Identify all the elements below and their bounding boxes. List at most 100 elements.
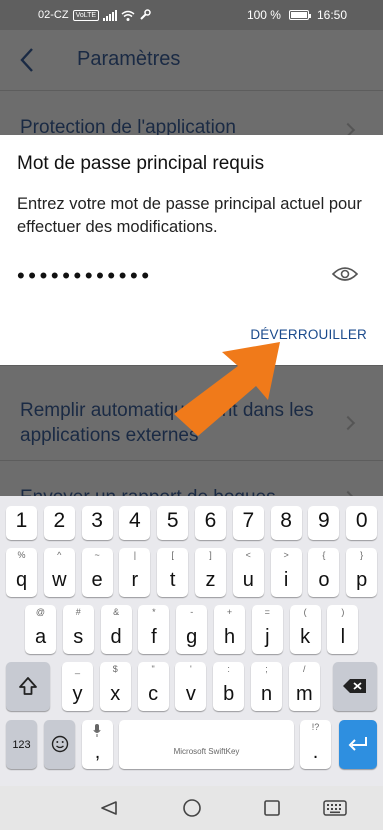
microphone-icon — [93, 724, 101, 737]
key-label: 9 — [318, 509, 330, 532]
key-o[interactable]: {o — [308, 548, 340, 597]
keyboard-brand-label: Microsoft SwiftKey — [173, 747, 240, 756]
key-label: 2 — [53, 509, 66, 532]
dialog-message: Entrez votre mot de passe principal actu… — [17, 195, 362, 236]
key-j[interactable]: = j — [251, 605, 283, 654]
eye-icon[interactable] — [332, 265, 358, 283]
key-label: y — [72, 683, 83, 705]
key-3[interactable]: 3 — [81, 506, 113, 540]
key-label: 4 — [129, 509, 141, 532]
space-key[interactable]: Microsoft SwiftKey — [119, 720, 294, 769]
key-n[interactable]: ; n — [251, 662, 282, 711]
settings-row-label: Envoyer un rapport de bogues — [20, 485, 276, 496]
key-label: 123 — [12, 739, 31, 751]
key-alt-label: * — [152, 607, 156, 617]
key-label: u — [242, 569, 254, 591]
key-alt-label: $ — [112, 664, 118, 674]
key-p[interactable]: } p — [346, 548, 378, 597]
key-d[interactable]: & d — [100, 605, 132, 654]
wrench-icon — [140, 9, 151, 20]
enter-key[interactable] — [339, 720, 377, 769]
shift-key[interactable] — [6, 662, 50, 711]
key-alt-label: ] — [209, 550, 212, 560]
battery-percent: 100 % — [246, 8, 281, 22]
key-m[interactable]: / m — [288, 662, 320, 711]
key-7[interactable]: 7 — [232, 506, 264, 540]
password-field[interactable]: •••••••••••• — [17, 259, 358, 293]
keyboard: 1 2 3 4 5 6 7 8 9 0% q ^ w ~ e | r[t] z < u > i{o} p @ a # s & d * f - g… — [0, 496, 383, 786]
key-alt-label: = — [264, 607, 270, 617]
key-i[interactable]: > i — [270, 548, 302, 597]
key-label: 8 — [280, 509, 292, 532]
key-5[interactable]: 5 — [157, 506, 189, 540]
key-b[interactable]: :b — [213, 662, 245, 711]
key-x[interactable]: $ x — [99, 662, 131, 711]
key-2[interactable]: 2 — [43, 506, 75, 540]
key-label: m — [295, 683, 313, 705]
key-alt-label: ' — [190, 664, 192, 674]
key-alt-label: | — [133, 550, 137, 560]
comma-key[interactable]: , — [82, 720, 113, 769]
recents-square-icon[interactable] — [263, 799, 281, 817]
keyboard-icon[interactable] — [323, 800, 347, 816]
key-f[interactable]: * f — [138, 605, 170, 654]
key-label: w — [52, 569, 67, 591]
settings-row-app-protection[interactable]: Protection de l'application — [0, 90, 383, 140]
key-label: x — [110, 683, 121, 705]
key-1[interactable]: 1 — [6, 506, 37, 540]
key-alt-label: ^ — [57, 550, 62, 560]
chevron-left-icon[interactable] — [18, 46, 38, 74]
key-alt-label: > — [283, 550, 289, 560]
numbers-key[interactable]: 123 — [6, 720, 37, 769]
key-w[interactable]: ^ w — [43, 548, 75, 597]
master-password-dialog: Mot de passe principal requis Entrez vot… — [0, 135, 383, 365]
key-c[interactable]: " c — [137, 662, 169, 711]
settings-row-bug-report[interactable]: Envoyer un rapport de bogues — [0, 460, 383, 496]
key-q[interactable]: % q — [6, 548, 37, 597]
key-label: d — [110, 626, 122, 648]
back-triangle-icon[interactable] — [100, 800, 118, 816]
key-label: 1 — [15, 509, 28, 532]
key-9[interactable]: 9 — [308, 506, 340, 540]
key-a[interactable]: @ a — [25, 605, 56, 654]
key-4[interactable]: 4 — [119, 506, 151, 540]
key-alt-label: !? — [311, 722, 320, 732]
key-u[interactable]: < u — [232, 548, 264, 597]
key-label: l — [340, 626, 346, 648]
status-bar: 02-CZ VoLTE 100 % 16:50 — [0, 0, 383, 30]
key-t[interactable]: [t — [157, 548, 189, 597]
key-g[interactable]: -g — [176, 605, 208, 654]
key-z[interactable]: ] z — [195, 548, 226, 597]
key-label: 0 — [355, 509, 368, 532]
key-v[interactable]: ' v — [175, 662, 207, 711]
key-k[interactable]: (k — [289, 605, 321, 654]
key-0[interactable]: 0 — [346, 506, 378, 540]
key-8[interactable]: 8 — [270, 506, 302, 540]
dialog-title: Mot de passe principal requis — [17, 153, 265, 174]
signal-icon — [103, 9, 118, 21]
key-alt-label: # — [75, 607, 81, 617]
key-label: v — [185, 683, 196, 705]
key-e[interactable]: ~ e — [81, 548, 113, 597]
key-alt-label: ) — [341, 607, 345, 617]
key-label: , — [94, 741, 101, 763]
key-label: n — [260, 683, 273, 705]
backspace-key[interactable] — [333, 662, 377, 711]
key-alt-label: { — [322, 550, 326, 560]
key-l[interactable]: ) l — [327, 605, 359, 654]
period-key[interactable]: !?. — [300, 720, 331, 769]
key-h[interactable]: + h — [214, 605, 245, 654]
key-alt-label: @ — [35, 607, 46, 617]
emoji-key[interactable] — [44, 720, 75, 769]
key-label: a — [34, 626, 47, 648]
home-circle-icon[interactable] — [182, 798, 202, 818]
key-r[interactable]: | r — [119, 548, 151, 597]
key-label: b — [223, 683, 235, 705]
key-label: s — [73, 626, 84, 648]
key-label: f — [151, 626, 157, 648]
key-label: . — [312, 741, 319, 763]
key-s[interactable]: # s — [62, 605, 94, 654]
key-6[interactable]: 6 — [195, 506, 226, 540]
key-y[interactable]: _ y — [62, 662, 93, 711]
key-alt-label: % — [17, 550, 26, 560]
